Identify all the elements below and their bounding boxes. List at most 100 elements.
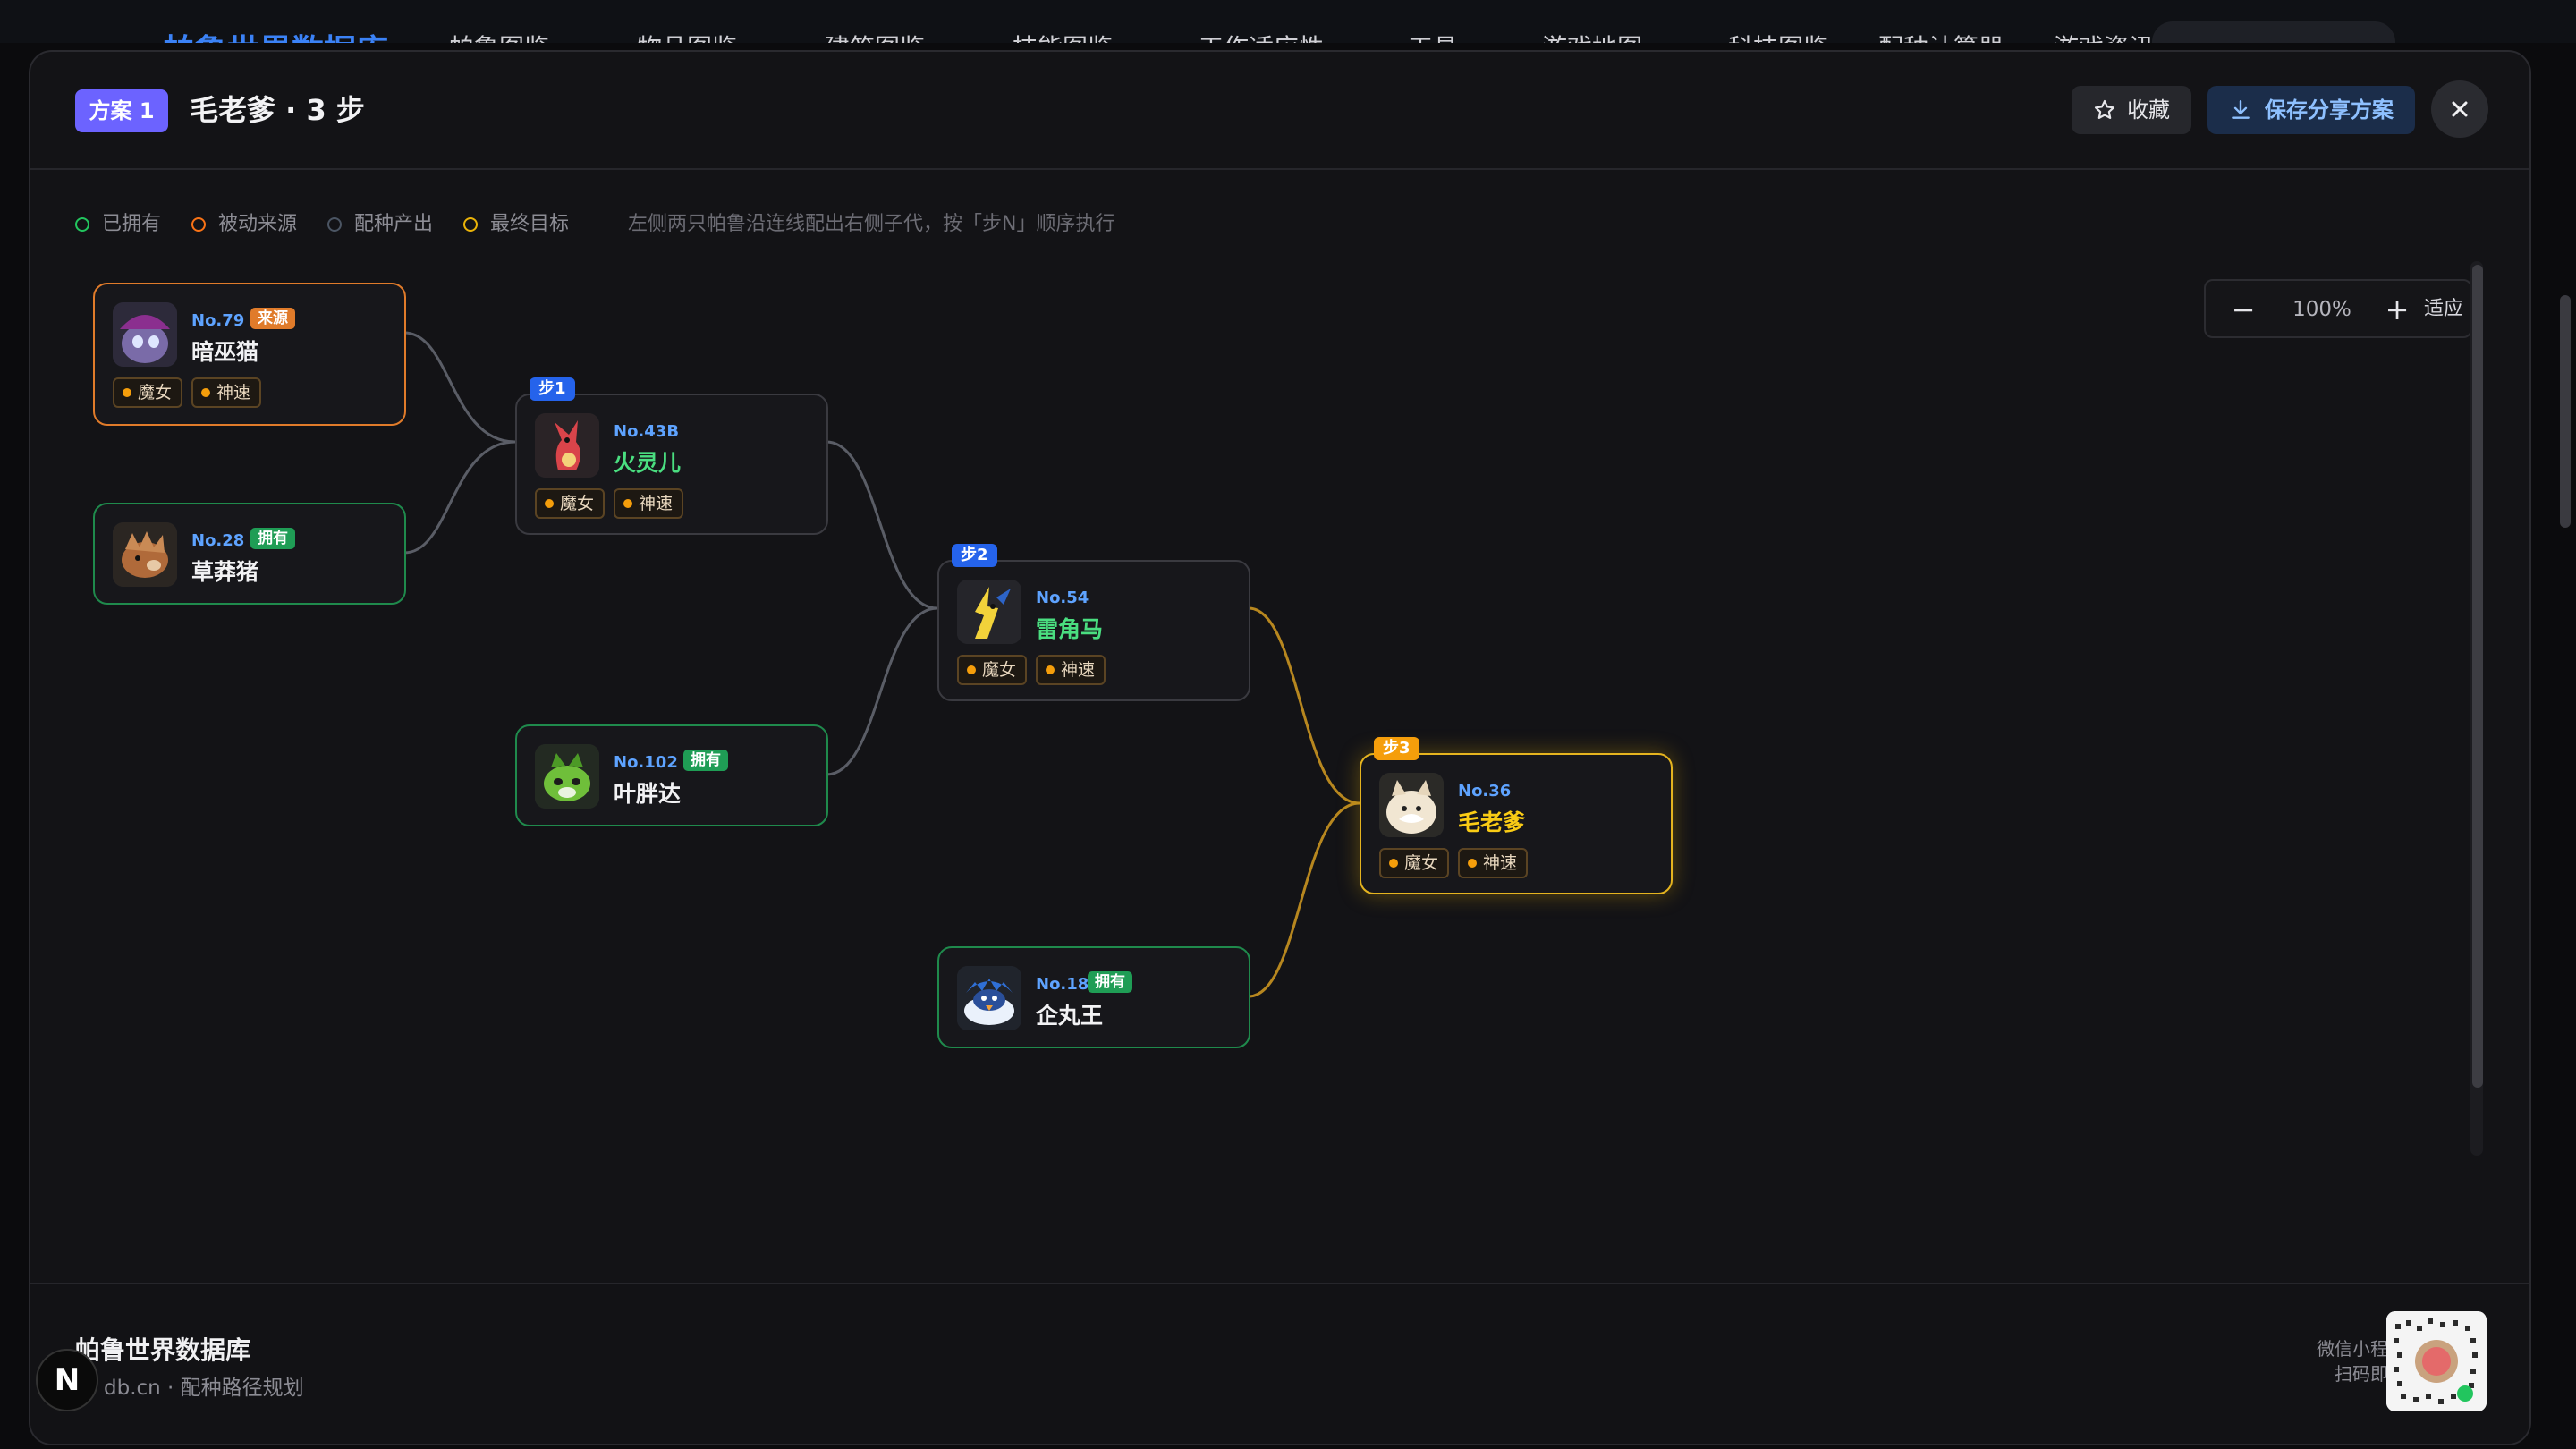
- nav-item-pal-dex[interactable]: 帕鲁图鉴: [449, 29, 549, 43]
- favorite-label: 收藏: [2127, 97, 2170, 123]
- legend-target-label: 最终目标: [490, 213, 570, 235]
- nav-item-breeding-calc[interactable]: 配种计算器: [1878, 29, 2004, 43]
- legend-target-dot: [463, 217, 478, 232]
- nav-item-news[interactable]: 游戏资讯: [2054, 29, 2154, 43]
- pal-tag-owned: 拥有: [1088, 971, 1132, 993]
- pal-number: No.36: [1458, 782, 1512, 801]
- zoom-out-button[interactable]: −: [2225, 290, 2261, 329]
- mini-program-qr-code: [2386, 1311, 2487, 1411]
- favorite-button[interactable]: 收藏: [2072, 86, 2191, 134]
- pal-name: 暗巫猫: [191, 339, 259, 365]
- pal-avatar-54: [957, 580, 1021, 644]
- nav-item-items[interactable]: 物品图鉴: [637, 29, 737, 43]
- witch-cat-icon: [113, 302, 177, 367]
- passive-chip: 魔女: [957, 655, 1028, 685]
- pal-node-79[interactable]: No.79 来源 暗巫猫 魔女 神速: [93, 283, 406, 426]
- pal-name: 雷角马: [1036, 616, 1104, 642]
- pal-node-54[interactable]: 步2 No.54 雷角马 魔女 神速: [937, 544, 1250, 701]
- pal-avatar-79: [113, 302, 177, 367]
- next-dev-badge[interactable]: N: [36, 1349, 98, 1411]
- edge-18-to-36: [1248, 801, 1360, 998]
- site-brand[interactable]: 帕鲁世界数据库: [163, 25, 388, 43]
- thunder-horse-icon: [957, 580, 1021, 644]
- pal-name: 火灵儿: [614, 450, 682, 476]
- passive-chip: 神速: [191, 377, 262, 408]
- plan-title: 毛老爹 · 3 步: [190, 93, 365, 127]
- step-badge: 步2: [952, 544, 997, 567]
- pal-node-18[interactable]: No.18 拥有 企丸王: [937, 946, 1250, 1048]
- penguin-king-icon: [957, 966, 1021, 1030]
- leaf-panda-icon: [535, 744, 599, 809]
- pal-tag-owned: 拥有: [683, 750, 728, 771]
- step-badge: 步1: [530, 377, 575, 401]
- pal-name: 企丸王: [1036, 1003, 1104, 1029]
- mini-program-line2: 扫码即用: [2334, 1363, 2406, 1385]
- edge-28-to-43b: [403, 440, 516, 555]
- pal-avatar-36: [1379, 773, 1444, 837]
- edge-43b-to-54: [826, 440, 938, 610]
- zoom-fit-button[interactable]: 适应: [2417, 290, 2470, 329]
- save-share-button[interactable]: 保存分享方案: [2207, 86, 2415, 134]
- mini-program-label: 微信小程序 扫码即用: [2254, 1336, 2406, 1386]
- legend-bred-dot: [327, 217, 342, 232]
- pal-number: No.79: [191, 311, 245, 330]
- boar-icon: [113, 522, 177, 587]
- qr-code-icon: [2386, 1311, 2487, 1411]
- legend-owned-label: 已拥有: [102, 213, 162, 235]
- nav-item-skills[interactable]: 技能图鉴: [1013, 29, 1113, 43]
- pal-number: No.28: [191, 531, 245, 550]
- legend-source-label: 被动来源: [218, 213, 298, 235]
- pal-number: No.18: [1036, 975, 1089, 994]
- pal-name: 叶胖达: [614, 781, 682, 807]
- passive-chip: 魔女: [113, 377, 183, 408]
- page-scrollbar[interactable]: [2560, 295, 2571, 528]
- pal-node-102[interactable]: No.102 拥有 叶胖达: [515, 724, 828, 826]
- nav-item-tech[interactable]: 科技图鉴: [1728, 29, 1828, 43]
- mini-program-line1: 微信小程序: [2317, 1338, 2406, 1360]
- edge-54-to-36: [1248, 606, 1360, 805]
- nav-item-buildings[interactable]: 建筑图鉴: [825, 29, 925, 43]
- footer-title: 帕鲁世界数据库: [75, 1335, 251, 1365]
- pal-avatar-43b: [535, 413, 599, 478]
- passive-chip: 魔女: [535, 488, 606, 519]
- background-navbar: 帕鲁世界数据库 帕鲁图鉴 物品图鉴 建筑图鉴 技能图鉴 工作适应性 工具 游戏地…: [0, 0, 2576, 43]
- nav-search[interactable]: [2152, 21, 2395, 43]
- zoom-control: − 100% + 适应: [2204, 279, 2472, 338]
- step-badge: 步3: [1374, 737, 1419, 760]
- legend-owned-dot: [75, 217, 89, 232]
- pal-node-36-target[interactable]: 步3 No.36 毛老爹 魔女 神速: [1360, 737, 1673, 894]
- nav-item-tools[interactable]: 工具: [1408, 29, 1458, 43]
- pal-node-43b[interactable]: 步1 No.43B 火灵儿 魔女 神速: [515, 377, 828, 535]
- pal-avatar-102: [535, 744, 599, 809]
- pal-avatar-28: [113, 522, 177, 587]
- zoom-in-button[interactable]: +: [2379, 290, 2415, 329]
- pal-tag-owned: 拥有: [250, 528, 295, 549]
- passive-chip: 魔女: [1379, 848, 1450, 878]
- edge-79-to-43b: [403, 331, 516, 444]
- edge-102-to-54: [826, 606, 938, 776]
- pal-number: No.102: [614, 753, 678, 772]
- canvas-scrollbar-thumb[interactable]: [2472, 265, 2483, 1088]
- download-icon: [2232, 100, 2250, 119]
- nav-item-work[interactable]: 工作适应性: [1199, 29, 1324, 43]
- zoom-level: 100%: [2292, 298, 2351, 321]
- close-button[interactable]: [2431, 80, 2488, 138]
- pal-number: No.54: [1036, 589, 1089, 607]
- fluffy-elder-icon: [1379, 773, 1444, 837]
- modal-footer: 帕鲁世界数据库 db.cn · 配种路径规划 微信小程序 扫码即用: [30, 1283, 2529, 1444]
- passive-chip: 神速: [614, 488, 684, 519]
- pal-avatar-18: [957, 966, 1021, 1030]
- fire-spirit-icon: [535, 413, 599, 478]
- close-icon: [2452, 101, 2468, 117]
- pal-name: 草莽猪: [191, 559, 259, 585]
- breeding-edges: [403, 331, 1360, 998]
- pal-number: No.43B: [614, 422, 680, 441]
- legend-bred-label: 配种产出: [354, 213, 434, 235]
- pal-tag-source: 来源: [250, 308, 295, 329]
- pal-node-28[interactable]: No.28 拥有 草莽猪: [93, 503, 406, 605]
- pal-name: 毛老爹: [1458, 809, 1526, 835]
- nav-item-map[interactable]: 游戏地图: [1542, 29, 1642, 43]
- breeding-plan-modal: 方案 1 毛老爹 · 3 步 收藏 保存分享方案 已拥有 被动来源 配种产出 最…: [29, 50, 2531, 1445]
- star-icon: [2094, 99, 2115, 119]
- save-share-label: 保存分享方案: [2265, 97, 2394, 123]
